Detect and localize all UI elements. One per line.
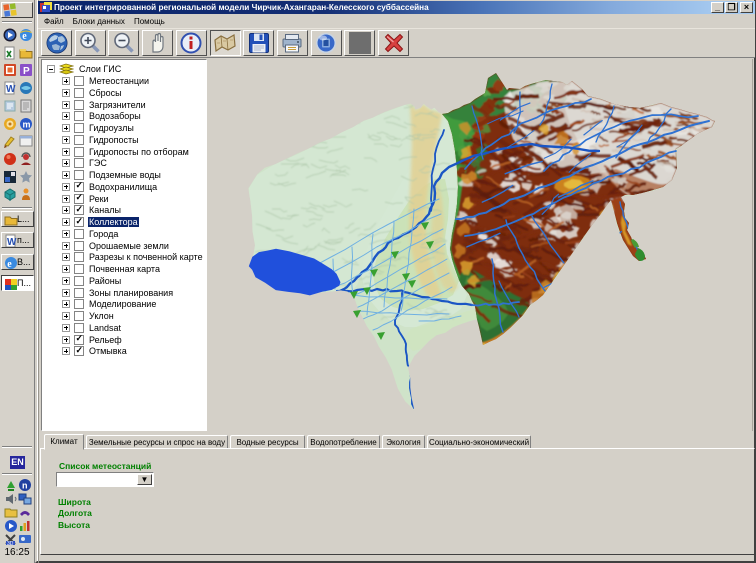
svg-text:3D: 3D	[7, 541, 14, 546]
svg-text:n: n	[22, 481, 28, 491]
svg-text:P: P	[23, 66, 30, 77]
svg-text:m: m	[23, 119, 31, 129]
svg-text:e: e	[7, 258, 12, 269]
svg-text:W: W	[6, 84, 16, 95]
svg-text:e: e	[22, 31, 27, 42]
svg-text:W: W	[7, 237, 17, 248]
